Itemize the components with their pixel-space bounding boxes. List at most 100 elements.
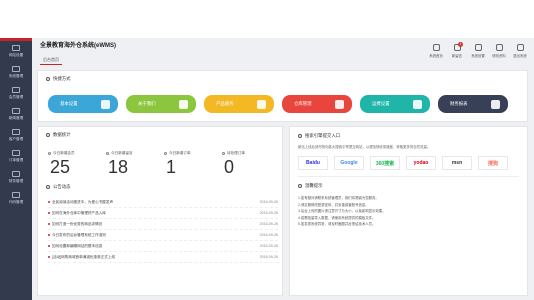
news-header: 公告动态: [38, 179, 79, 195]
stats-title: 数据统计: [53, 132, 71, 137]
stat-label: 今日新增留言: [111, 151, 133, 155]
tips-list: 1.如有疑问请联系系统管理员，我们将竭诚为您服务。 2.请定期修改登录密码，并妥善…: [290, 195, 527, 228]
search-entry-title: 搜索引擎提交入口: [305, 133, 341, 138]
search-engine-link[interactable]: yodao: [406, 156, 436, 170]
quick-button-label: 仓库管理: [294, 101, 312, 106]
news-item-date: 2016-09-26: [259, 211, 278, 215]
toolbar-settings-button[interactable]: 系统设置: [470, 44, 486, 58]
stat-item: 今日新增会员 25: [48, 151, 106, 178]
tab-home[interactable]: 后台首页: [40, 56, 62, 65]
news-title-wrap: 如何打造一份优秀的商品详情页: [48, 222, 102, 227]
news-title-wrap: 全民阅读活动推进中，为爱心书屋发声: [48, 200, 113, 205]
news-item-date: 2016-09-26: [259, 200, 278, 204]
news-item-date: 2016-09-26: [259, 255, 278, 259]
stat-item: 待处理订单 0: [222, 151, 280, 178]
news-item-title[interactable]: 如何打造一份优秀的商品详情页: [52, 222, 102, 227]
main-content: 快捷方式 基本设置 关于我们 产品服务 仓库管理 运费设置 财务报表 数据统计 今日新增会…: [37, 70, 528, 296]
stat-value: 1: [166, 157, 177, 177]
news-item[interactable]: 全民阅读活动推进中，为爱心书屋发声 2016-09-26: [48, 197, 278, 208]
customer-icon: [12, 129, 20, 135]
news-item[interactable]: 如何在海外仓库中管理好产品入库 2016-09-26: [48, 208, 278, 219]
sidebar-item-orders[interactable]: 订单管理: [0, 146, 32, 167]
bullet-icon: [48, 212, 50, 214]
news-title-wrap: 如何设置和编辑网站的基本信息: [48, 244, 102, 249]
power-icon: [516, 44, 524, 51]
quick-button-icon: [257, 99, 266, 109]
news-item-title[interactable]: 全民阅读活动推进中，为爱心书屋发声: [52, 200, 113, 205]
quick-button-icon: [101, 99, 110, 109]
search-entry-header: 搜索引擎提交入口: [290, 127, 527, 145]
news-icon: [12, 108, 20, 114]
stat-label: 待处理订单: [227, 151, 245, 155]
sidebar-item-site-settings[interactable]: 网站设置: [0, 41, 32, 62]
search-engine-link[interactable]: msn: [442, 156, 472, 170]
search-engine-link[interactable]: Baidu: [298, 156, 328, 170]
quick-button[interactable]: 关于我们: [126, 95, 196, 113]
bullet-icon: [48, 256, 50, 258]
wallet-icon: [12, 171, 20, 177]
news-item-date: 2016-09-26: [259, 244, 278, 248]
info-icon: [298, 184, 302, 188]
quick-button[interactable]: 产品服务: [204, 95, 274, 113]
stat-item: 今日新增订单 1: [164, 151, 222, 178]
clock-icon: [106, 152, 109, 155]
toolbar-label: 系统首页: [429, 54, 443, 58]
quick-button-label: 关于我们: [138, 101, 156, 106]
sidebar-item-system[interactable]: 系统管理: [0, 62, 32, 83]
news-item-title[interactable]: 今日发布的后台管理系统工作准则: [52, 233, 106, 238]
bullet-icon: [48, 201, 50, 203]
toolbar-message-button[interactable]: 1 新留言: [449, 42, 465, 58]
quick-button[interactable]: 财务报表: [438, 95, 508, 113]
bullet-icon: [48, 245, 50, 247]
stats-row: 今日新增会员 25 今日新增留言 18 今日新增订单 1 待处理订单 0: [48, 151, 280, 178]
top-bar: [0, 0, 534, 38]
globe-icon: [12, 45, 20, 51]
stat-label: 今日新增订单: [169, 151, 191, 155]
toolbar-home-button[interactable]: 系统首页: [428, 44, 444, 58]
clock-icon: [222, 152, 225, 155]
tips-header: 温馨提示: [290, 177, 527, 195]
search-engine-link[interactable]: 搜狗: [478, 156, 508, 170]
sidebar-item-label: 新闻管理: [8, 116, 24, 120]
stat-value: 25: [50, 157, 71, 177]
toolbar-profile-button[interactable]: 修改资料: [491, 44, 507, 58]
search-engine-link[interactable]: Google: [334, 156, 364, 170]
news-item[interactable]: 如何打造一份优秀的商品详情页 2016-09-26: [48, 219, 278, 230]
toolbar-logout-button[interactable]: 退出系统: [512, 44, 528, 58]
quick-button-icon: [413, 99, 422, 109]
news-title-wrap: [活动]网购商城首单满减优惠券正式上线: [48, 255, 115, 260]
sidebar-item-label: 会员管理: [8, 95, 24, 99]
bullet-icon: [48, 234, 50, 236]
sidebar-item-members[interactable]: 会员管理: [0, 83, 32, 104]
news-item-title[interactable]: [活动]网购商城首单满减优惠券正式上线: [52, 255, 115, 260]
stats-panel: 数据统计 今日新增会员 25 今日新增留言 18 今日新增订单 1 待处理订单 0 公告动态 …: [37, 126, 283, 296]
stat-label-row: 今日新增会员: [48, 151, 106, 156]
sidebar-item-label: 订单管理: [8, 158, 24, 162]
chart-icon: [46, 133, 50, 137]
quick-panel: 快捷方式 基本设置 关于我们 产品服务 仓库管理 运费设置 财务报表: [37, 70, 528, 122]
toolbar-label: 系统设置: [471, 54, 485, 58]
search-engine-link[interactable]: 360搜索: [370, 156, 400, 170]
news-item-title[interactable]: 如何设置和编辑网站的基本信息: [52, 244, 102, 249]
quick-button[interactable]: 基本设置: [48, 95, 118, 113]
stat-label-row: 待处理订单: [222, 151, 280, 156]
news-list: 全民阅读活动推进中，为爱心书屋发声 2016-09-26 如何在海外仓库中管理好产品…: [48, 197, 278, 263]
news-item[interactable]: 如何设置和编辑网站的基本信息 2016-09-26: [48, 241, 278, 252]
news-item[interactable]: 今日发布的后台管理系统工作准则 2016-09-26: [48, 230, 278, 241]
sidebar-item-news[interactable]: 新闻管理: [0, 104, 32, 125]
search-icon: [298, 134, 302, 138]
news-item[interactable]: [活动]网购商城首单满减优惠券正式上线 2016-09-26: [48, 252, 278, 263]
sidebar-item-customers[interactable]: 客户管理: [0, 125, 32, 146]
tips-title: 温馨提示: [305, 183, 323, 188]
news-title-wrap: 今日发布的后台管理系统工作准则: [48, 233, 106, 238]
bullet-icon: [48, 223, 50, 225]
code-icon: [12, 192, 20, 198]
tab-bar: 后台首页: [40, 56, 62, 65]
right-panel: 搜索引擎提交入口 新站上线后请尽快向各大搜索引擎提交网站，以便加快收录速度，获取…: [289, 126, 528, 296]
sidebar-item-finance[interactable]: 财务管理: [0, 167, 32, 188]
news-item-title[interactable]: 如何在海外仓库中管理好产品入库: [52, 211, 106, 216]
sidebar: 网站设置 系统管理 会员管理 新闻管理 客户管理 订单管理 财务管理 代码管理: [0, 38, 32, 300]
sidebar-item-code[interactable]: 代码管理: [0, 188, 32, 209]
quick-button[interactable]: 仓库管理: [282, 95, 352, 113]
quick-button[interactable]: 运费设置: [360, 95, 430, 113]
